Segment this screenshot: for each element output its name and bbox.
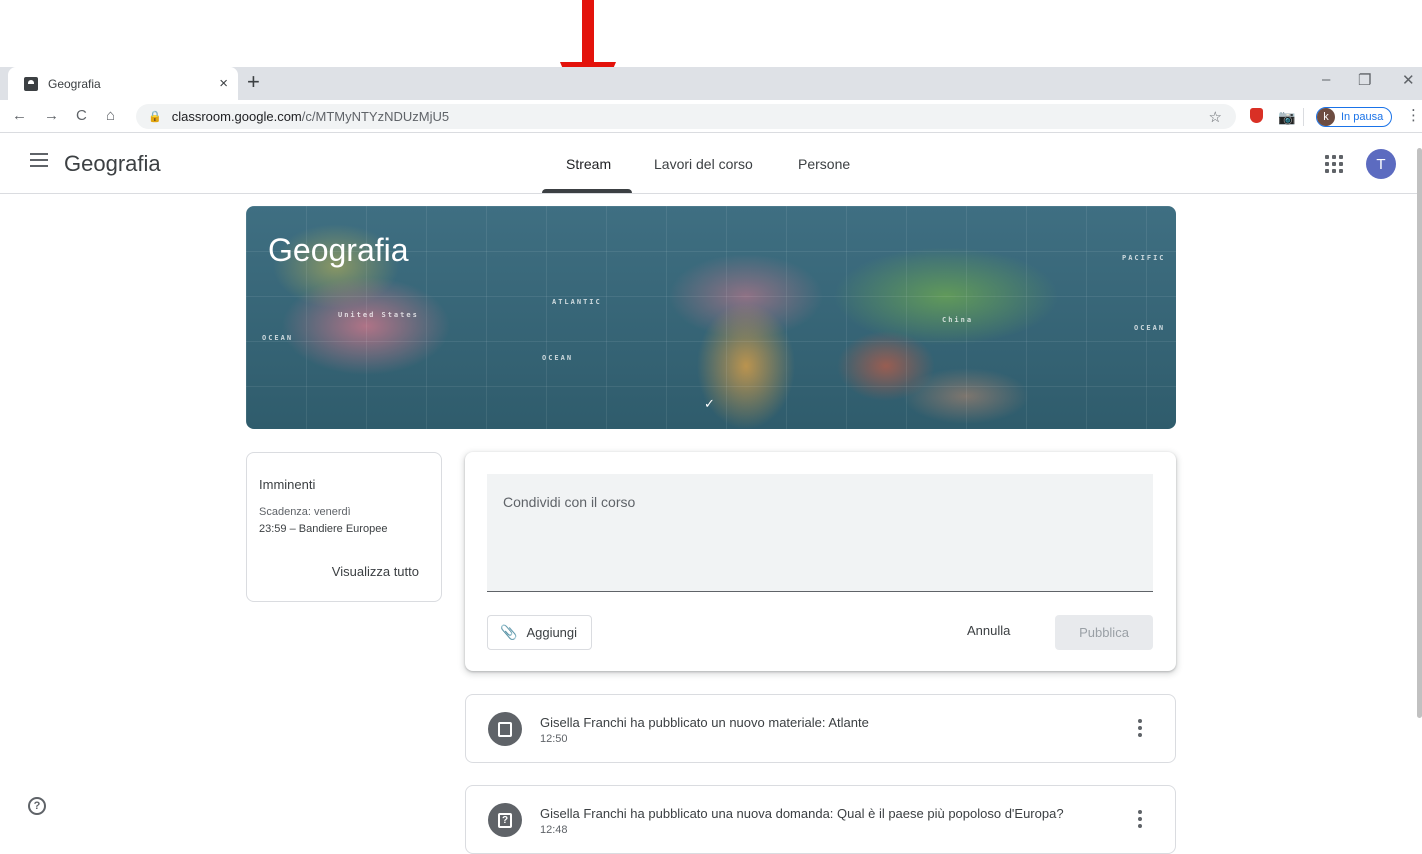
tab-close-icon[interactable]: ×	[219, 75, 228, 92]
browser-menu-icon[interactable]: ⋮	[1406, 106, 1421, 124]
map-label: United States	[338, 311, 419, 319]
lock-icon: 🔒	[148, 111, 162, 123]
restore-button[interactable]: ❐	[1358, 71, 1371, 89]
menu-icon[interactable]	[30, 153, 48, 167]
bookmark-star-icon[interactable]: ☆	[1209, 108, 1222, 126]
add-attachment-label: Aggiungi	[526, 625, 578, 640]
more-options-icon[interactable]	[1138, 810, 1142, 828]
cancel-button[interactable]: Annulla	[967, 623, 1010, 638]
reload-button[interactable]: C	[76, 107, 87, 125]
google-apps-icon[interactable]	[1325, 155, 1343, 173]
map-label: ATLANTIC	[552, 298, 602, 306]
back-button[interactable]: ←	[12, 107, 27, 125]
upcoming-card: Imminenti Scadenza: venerdì 23:59 – Band…	[246, 452, 442, 602]
class-title[interactable]: Geografia	[64, 151, 161, 177]
browser-toolbar: ← → C ⌂ 🔒 classroom.google.com/c/MTMyNTY…	[0, 100, 1422, 133]
view-all-link[interactable]: Visualizza tutto	[332, 564, 419, 579]
active-tab-indicator	[542, 189, 632, 193]
map-label: China	[942, 316, 974, 324]
profile-button[interactable]: k In pausa	[1316, 107, 1393, 127]
announcement-input[interactable]: Condividi con il corso	[487, 474, 1153, 592]
stream-item[interactable]: Gisella Franchi ha pubblicato un nuovo m…	[465, 694, 1176, 763]
profile-avatar: k	[1317, 108, 1335, 126]
banner-course-title[interactable]: Geografia	[268, 232, 409, 269]
tab-stream[interactable]: Stream	[566, 156, 611, 172]
stream-item-time: 12:50	[540, 733, 568, 745]
chevron-down-icon[interactable]: ✓	[704, 396, 715, 412]
tab-course-work[interactable]: Lavori del corso	[654, 156, 753, 172]
publish-button[interactable]: Pubblica	[1055, 615, 1153, 650]
upcoming-title: Imminenti	[259, 477, 316, 492]
address-bar[interactable]: 🔒 classroom.google.com/c/MTMyNTYzNDUzMjU…	[136, 104, 1236, 129]
extension-shield-icon[interactable]	[1250, 108, 1263, 123]
minimize-button[interactable]: –	[1322, 71, 1330, 88]
help-icon[interactable]: ?	[28, 797, 46, 815]
due-item-link[interactable]: 23:59 – Bandiere Europee	[259, 521, 441, 538]
material-icon	[488, 712, 522, 746]
profile-status: In pausa	[1341, 111, 1384, 123]
browser-tab[interactable]: Geografia ×	[8, 67, 238, 100]
home-button[interactable]: ⌂	[106, 107, 115, 125]
forward-button[interactable]: →	[44, 107, 59, 125]
user-avatar[interactable]: T	[1366, 149, 1396, 179]
classroom-favicon-icon	[24, 76, 38, 91]
new-tab-button[interactable]: +	[247, 71, 260, 93]
url-path: /c/MTMyNTYzNDUzMjU5	[301, 109, 450, 124]
add-attachment-button[interactable]: 📎 Aggiungi	[487, 615, 593, 650]
classroom-header: Geografia Stream Lavori del corso Person…	[0, 134, 1422, 194]
question-icon: ?	[488, 803, 522, 837]
page-scrollbar[interactable]	[1417, 148, 1422, 718]
extension-camera-icon[interactable]: 📷	[1278, 109, 1295, 126]
toolbar-divider	[1303, 108, 1304, 126]
stream-item[interactable]: ? Gisella Franchi ha pubblicato una nuov…	[465, 785, 1176, 854]
stream-item-text: Gisella Franchi ha pubblicato un nuovo m…	[540, 715, 869, 730]
tab-people[interactable]: Persone	[798, 156, 850, 172]
stream-item-time: 12:48	[540, 824, 568, 836]
map-label: OCEAN	[262, 334, 294, 342]
map-label: OCEAN	[542, 354, 574, 362]
more-options-icon[interactable]	[1138, 719, 1142, 737]
due-label: Scadenza: venerdì	[259, 506, 351, 518]
paperclip-icon: 📎	[500, 624, 518, 640]
close-window-button[interactable]: ✕	[1402, 71, 1415, 89]
map-label: PACIFIC	[1122, 254, 1166, 262]
browser-tabstrip: Geografia × + – ❐ ✕	[0, 67, 1422, 100]
url-host: classroom.google.com	[171, 109, 302, 124]
course-banner: Geografia PACIFIC ATLANTIC United States…	[246, 206, 1176, 429]
stream-item-text: Gisella Franchi ha pubblicato una nuova …	[540, 806, 1064, 821]
announcement-composer: Condividi con il corso 📎 Aggiungi Annull…	[465, 452, 1176, 671]
map-label: OCEAN	[1134, 324, 1166, 332]
browser-tab-title: Geografia	[48, 76, 101, 91]
annotation-arrow-shaft	[582, 0, 594, 66]
